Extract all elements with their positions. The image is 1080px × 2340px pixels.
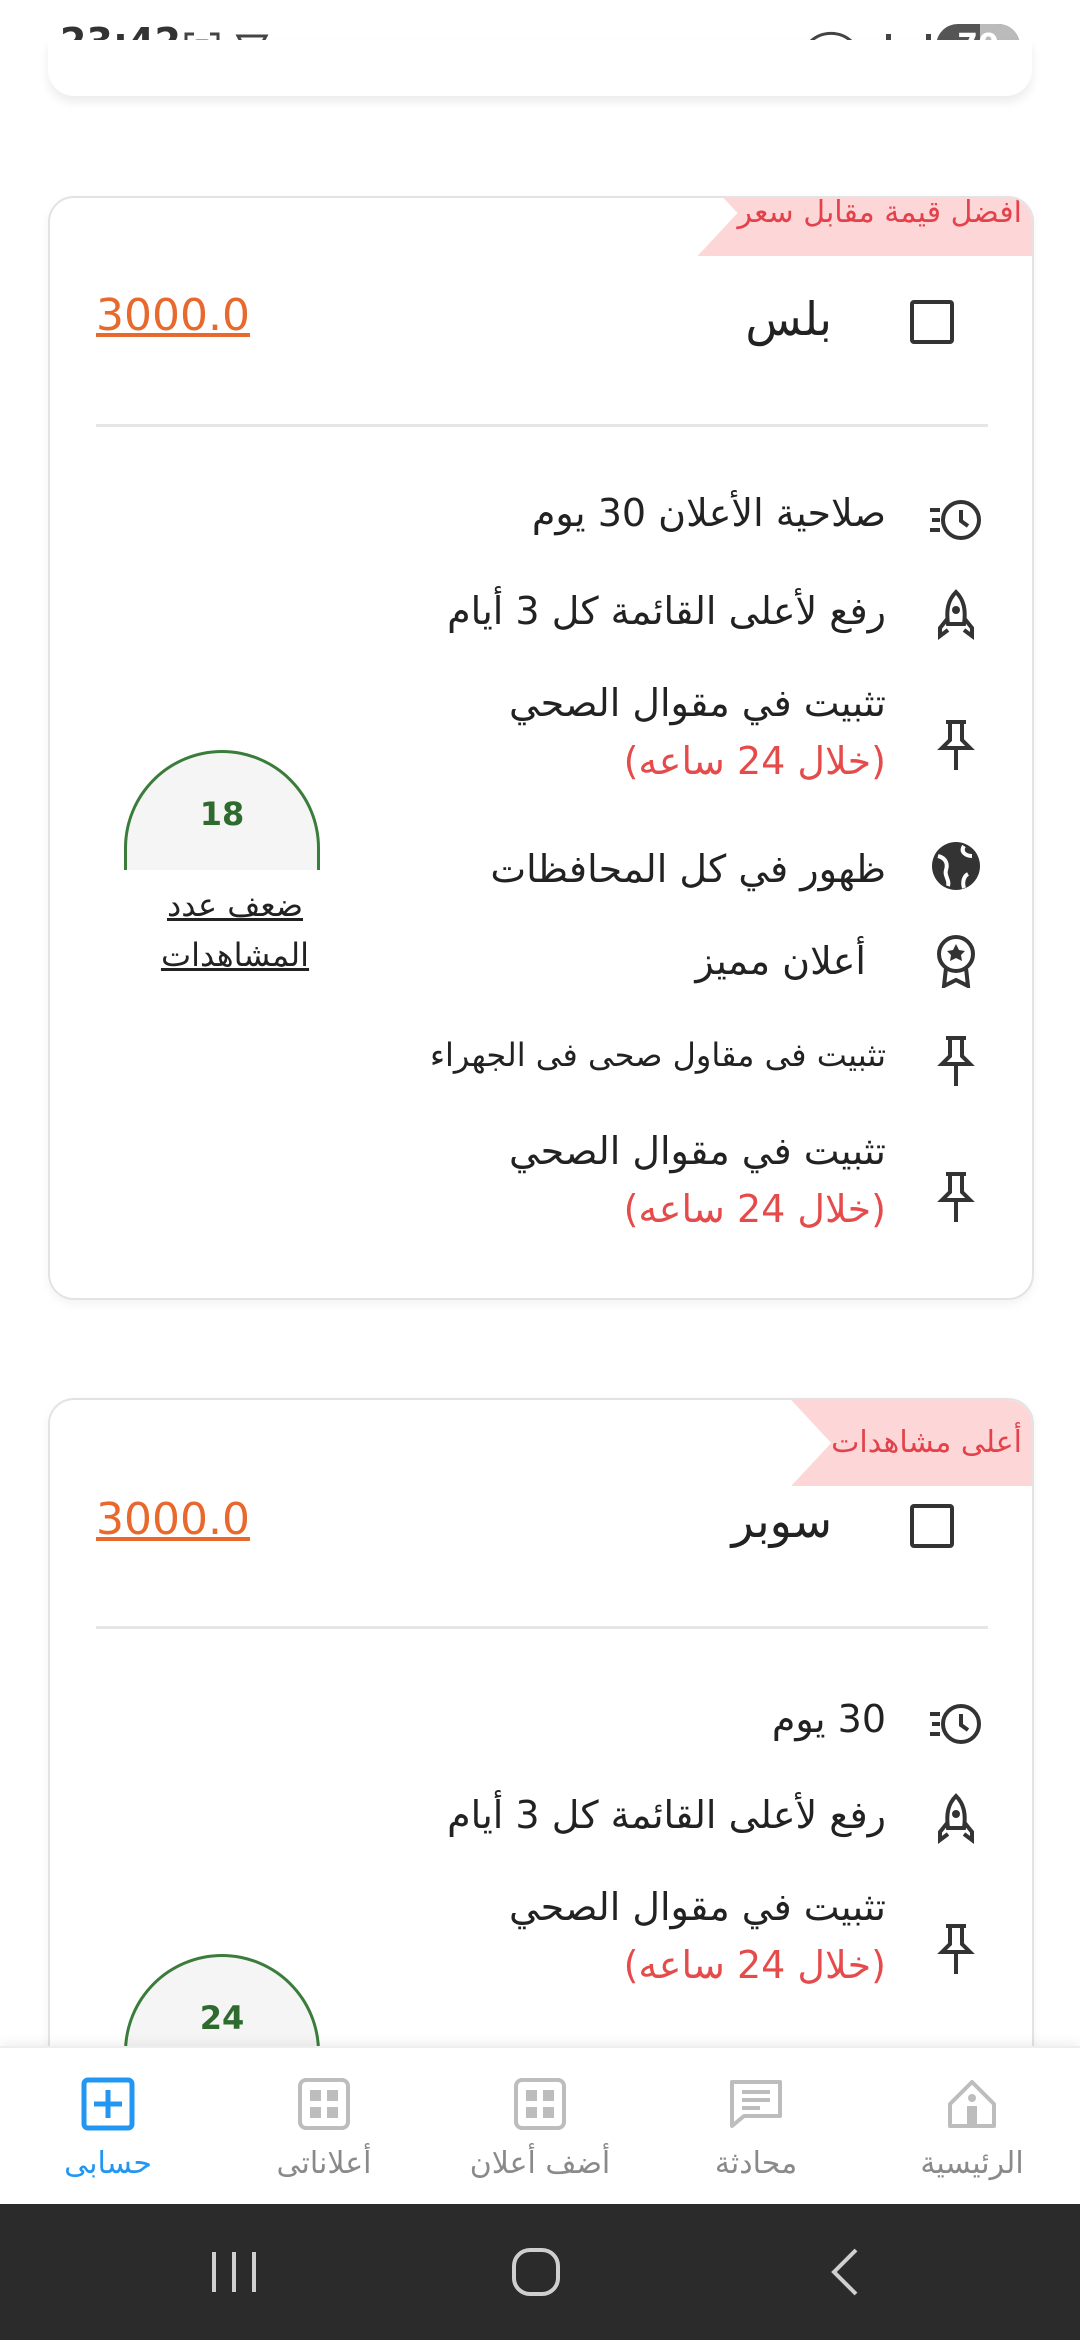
feature-text: 30 يوم	[771, 1697, 886, 1741]
plan-name: بلس	[745, 292, 832, 346]
rocket-icon	[938, 589, 974, 640]
views-badge: 18	[124, 750, 320, 870]
home-icon	[948, 2080, 996, 2128]
plus-square-icon	[81, 2077, 135, 2131]
pin-icon	[937, 1172, 975, 1222]
feature-text: أعلان مميز	[695, 939, 866, 983]
nav-item-add-ad[interactable]: أضف أعلان	[432, 2048, 648, 2206]
feature-title: تثبيت في مقوال الصحي	[508, 681, 886, 725]
feature-note: (خلال 24 ساعه)	[623, 1187, 886, 1231]
plan-checkbox[interactable]	[910, 1504, 954, 1548]
plan-card-super[interactable]: أعلى مشاهدات سوبر 3000.0 30 يوم رفع لأعل…	[48, 1398, 1034, 2102]
pin-icon	[937, 720, 975, 770]
views-caption-line2: المشاهدات	[160, 936, 310, 974]
feature-text: صلاحية الأعلان 30 يوم	[531, 491, 886, 535]
feature-text: رفع لأعلى القائمة كل 3 أيام	[447, 589, 886, 633]
feature-text: تثبيت فى مقاول صحى فى الجهراء	[429, 1036, 886, 1074]
divider	[96, 424, 988, 427]
nav-label: حسابى	[64, 2146, 152, 2181]
nav-label: أضف أعلان	[469, 2146, 611, 2181]
plan-price[interactable]: 3000.0	[96, 290, 250, 341]
grid-icon	[298, 2078, 350, 2130]
plan-card-plus[interactable]: أفضل قيمة مقابل سعر بلس 3000.0 صلاحية ال…	[48, 196, 1034, 1300]
award-icon	[937, 935, 975, 988]
grid-icon	[514, 2078, 566, 2130]
nav-item-my-ads[interactable]: أعلاناتى	[216, 2048, 432, 2206]
home-button-icon[interactable]	[508, 2246, 564, 2298]
plan-name: سوبر	[731, 1494, 833, 1548]
divider	[96, 1626, 988, 1629]
nav-item-home[interactable]: الرئيسية	[864, 2048, 1080, 2206]
plan-price[interactable]: 3000.0	[96, 1494, 250, 1545]
back-icon[interactable]	[818, 2246, 874, 2298]
system-navigation-bar	[0, 2204, 1080, 2340]
clock-list-icon	[930, 1704, 981, 1744]
nav-label: محادثة	[714, 2146, 798, 2181]
feature-title: تثبيت في مقوال الصحي	[508, 1129, 886, 1173]
plan-checkbox[interactable]	[910, 300, 954, 344]
globe-icon	[932, 842, 980, 890]
clock-list-icon	[930, 500, 981, 540]
views-badge-number: 18	[199, 795, 245, 833]
feature-text: تثبيت في مقوال الصحي (خلال 24 ساعه)	[509, 1122, 886, 1238]
nav-item-account[interactable]: حسابى	[0, 2048, 216, 2206]
pin-icon	[937, 1924, 975, 1974]
feature-note: (خلال 24 ساعه)	[623, 739, 886, 783]
feature-title: تثبيت في مقوال الصحي	[508, 1885, 886, 1929]
chat-icon	[730, 2080, 782, 2128]
recent-apps-icon[interactable]	[206, 2246, 262, 2298]
plan-ribbon: أعلى مشاهدات	[791, 1400, 1032, 1486]
feature-text: تثبيت في مقوال الصحي (خلال 24 ساعه)	[509, 1878, 886, 1994]
views-badge-caption[interactable]: ضعف عدد المشاهدات	[110, 880, 360, 980]
pin-icon	[937, 1036, 975, 1086]
nav-label: الرئيسية	[920, 2146, 1024, 2181]
previous-card-edge	[48, 40, 1032, 96]
feature-text: ظهور في كل المحافظات	[490, 847, 886, 891]
feature-note: (خلال 24 ساعه)	[623, 1943, 886, 1987]
nav-label: أعلاناتى	[276, 2146, 372, 2181]
bottom-navigation: حسابى أعلاناتى أضف أعلان محادثة الرئيسية	[0, 2046, 1080, 2206]
feature-text: رفع لأعلى القائمة كل 3 أيام	[447, 1793, 886, 1837]
rocket-icon	[938, 1793, 974, 1844]
feature-text: تثبيت في مقوال الصحي (خلال 24 ساعه)	[509, 674, 886, 790]
views-caption-line1: ضعف عدد	[166, 886, 304, 924]
nav-item-chat[interactable]: محادثة	[648, 2048, 864, 2206]
plan-ribbon: أفضل قيمة مقابل سعر	[697, 198, 1032, 256]
views-badge-number: 24	[199, 1999, 245, 2037]
